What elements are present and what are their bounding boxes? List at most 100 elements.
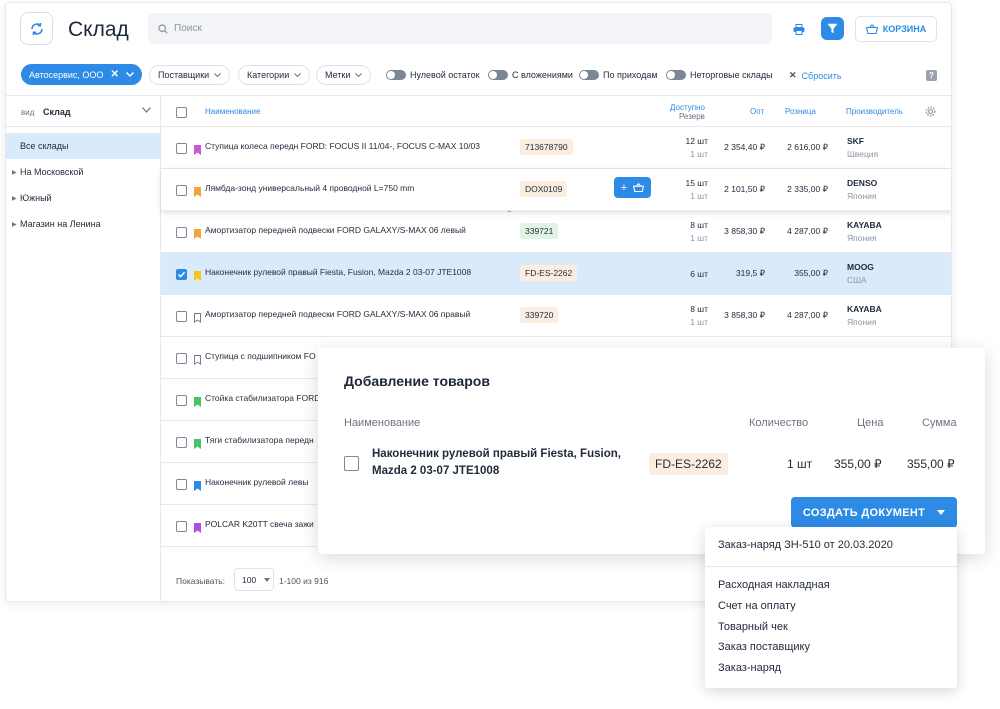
- select-all-checkbox[interactable]: [176, 107, 187, 118]
- column-header-availability[interactable]: Доступно Резерв: [670, 103, 705, 121]
- reset-filters-button[interactable]: ✕ Сбросить: [789, 70, 842, 81]
- refresh-logo-icon[interactable]: [20, 12, 53, 45]
- cart-label: КОРЗИНА: [882, 24, 927, 34]
- bookmark-icon[interactable]: [194, 436, 201, 449]
- attachments-toggle[interactable]: С вложениями: [488, 70, 573, 80]
- row-checkbox[interactable]: [176, 311, 187, 322]
- table-row[interactable]: Лямбда-зонд универсальный 4 проводной L=…: [161, 169, 951, 211]
- zero-stock-toggle[interactable]: Нулевой остаток: [386, 70, 480, 80]
- search-input[interactable]: [174, 23, 734, 34]
- divider: [6, 126, 160, 127]
- sku-badge: FD-ES-2262: [520, 265, 578, 281]
- table-row[interactable]: Ступица колеса передн FORD: FOCUS II 11/…: [161, 127, 951, 169]
- avail-value: 8 шт: [690, 220, 708, 230]
- page-size-select[interactable]: 100: [234, 568, 274, 591]
- sidebar-item-lenina-store[interactable]: ▶ Магазин на Ленина: [6, 211, 160, 237]
- mfr-country: Швеция: [847, 149, 879, 159]
- toggle-switch[interactable]: [579, 70, 599, 80]
- menu-item-expense-invoice[interactable]: Расходная накладная: [718, 579, 830, 591]
- row-checkbox[interactable]: [176, 437, 187, 448]
- row-checkbox[interactable]: [176, 185, 187, 196]
- row-name: POLCAR K20TT свеча зажи: [205, 519, 314, 529]
- toggle-label: С вложениями: [512, 70, 573, 80]
- non-trade-warehouses-toggle[interactable]: Неторговые склады: [666, 70, 773, 80]
- bookmark-icon[interactable]: [194, 184, 201, 197]
- search-bar[interactable]: [148, 13, 772, 44]
- row-checkbox[interactable]: [176, 395, 187, 406]
- search-icon: [158, 23, 168, 34]
- create-document-menu: Заказ-наряд ЗН-510 от 20.03.2020 Расходн…: [705, 527, 957, 688]
- row-checkbox[interactable]: [176, 143, 187, 154]
- sidebar-item-yuzhny[interactable]: ▶ Южный: [6, 185, 160, 211]
- bookmark-icon[interactable]: [194, 478, 201, 491]
- row-checkbox[interactable]: [176, 521, 187, 532]
- avail-value: 15 шт: [685, 178, 708, 188]
- column-header-name[interactable]: Наименование: [205, 107, 260, 116]
- row-checkbox[interactable]: [176, 227, 187, 238]
- column-header-opt[interactable]: Опт: [750, 107, 764, 116]
- add-to-cart-button[interactable]: +: [614, 177, 651, 198]
- bookmark-icon[interactable]: [194, 268, 201, 281]
- row-name: Стойка стабилизатора FORD: [205, 393, 321, 403]
- reserve-value: 1 шт: [690, 149, 708, 159]
- close-icon[interactable]: ✕: [110, 69, 118, 80]
- mfr-name: KAYABA: [847, 220, 882, 230]
- menu-item-supplier-order[interactable]: Заказ поставщику: [718, 641, 810, 653]
- modal-item-qty[interactable]: 1 шт: [787, 457, 812, 471]
- menu-item-sales-receipt[interactable]: Товарный чек: [718, 621, 788, 633]
- caret-right-icon[interactable]: ▶: [12, 195, 17, 202]
- menu-item-existing-order[interactable]: Заказ-наряд ЗН-510 от 20.03.2020: [718, 539, 893, 551]
- filter-button[interactable]: [821, 17, 844, 40]
- row-checkbox[interactable]: [176, 353, 187, 364]
- bookmark-outline-icon[interactable]: [194, 310, 201, 323]
- view-selector[interactable]: Склад: [43, 107, 71, 117]
- column-header-retail[interactable]: Розница: [785, 107, 816, 116]
- create-document-label: СОЗДАТЬ ДОКУМЕНТ: [802, 506, 926, 519]
- modal-item-checkbox[interactable]: [344, 456, 359, 471]
- chevron-down-icon[interactable]: [142, 107, 151, 113]
- check-icon: [177, 271, 186, 278]
- menu-item-work-order[interactable]: Заказ-наряд: [718, 662, 781, 674]
- company-chip[interactable]: Автосервис, ООО ✕: [21, 64, 142, 85]
- bookmark-icon[interactable]: [194, 142, 201, 155]
- sku-badge: 339721: [520, 223, 559, 239]
- suppliers-filter[interactable]: Поставщики: [149, 65, 231, 85]
- sidebar-item-moskovskaya[interactable]: ▶ На Московской: [6, 159, 160, 185]
- row-retail-price: 355,00 ₽: [794, 268, 828, 278]
- menu-item-payment-invoice[interactable]: Счет на оплату: [718, 600, 796, 612]
- bookmark-icon[interactable]: [194, 520, 201, 533]
- sidebar-item-all-warehouses[interactable]: Все склады: [6, 133, 160, 159]
- print-button[interactable]: [788, 18, 810, 40]
- caret-right-icon[interactable]: ▶: [12, 169, 17, 176]
- tags-filter[interactable]: Метки: [316, 65, 372, 85]
- printer-icon: [793, 23, 805, 35]
- row-checkbox[interactable]: [176, 479, 187, 490]
- row-name: Тяги стабилизатора передн: [205, 435, 314, 445]
- categories-filter[interactable]: Категории: [238, 65, 311, 85]
- row-checkbox[interactable]: [176, 269, 187, 280]
- toggle-switch[interactable]: [488, 70, 508, 80]
- row-opt-price: 2 101,50 ₽: [724, 184, 765, 194]
- cart-button[interactable]: КОРЗИНА: [855, 16, 937, 42]
- table-row[interactable]: Амортизатор передней подвески FORD GALAX…: [161, 211, 951, 253]
- help-icon[interactable]: ?: [926, 70, 937, 81]
- toggle-switch[interactable]: [386, 70, 406, 80]
- mfr-name: DENSO: [847, 178, 878, 188]
- tags-label: Метки: [325, 70, 351, 80]
- create-document-button[interactable]: СОЗДАТЬ ДОКУМЕНТ: [791, 497, 957, 528]
- toggle-switch[interactable]: [666, 70, 686, 80]
- sku-badge: DOX0109: [520, 181, 568, 197]
- bookmark-outline-icon[interactable]: [194, 352, 201, 365]
- reserve-value: 1 шт: [690, 191, 708, 201]
- table-row[interactable]: Наконечник рулевой правый Fiesta, Fusion…: [161, 253, 951, 295]
- row-retail-price: 2 616,00 ₽: [787, 142, 828, 152]
- by-receipts-toggle[interactable]: По приходам: [579, 70, 658, 80]
- column-header-manufacturer[interactable]: Производитель: [846, 107, 903, 116]
- bookmark-icon[interactable]: [194, 394, 201, 407]
- sku-badge: 339720: [520, 307, 559, 323]
- gear-icon[interactable]: [925, 106, 936, 117]
- table-row[interactable]: Амортизатор передней подвески FORD GALAX…: [161, 295, 951, 337]
- caret-right-icon[interactable]: ▶: [12, 221, 17, 228]
- modal-item-name: Наконечник рулевой правый Fiesta, Fusion…: [372, 448, 621, 477]
- bookmark-icon[interactable]: [194, 226, 201, 239]
